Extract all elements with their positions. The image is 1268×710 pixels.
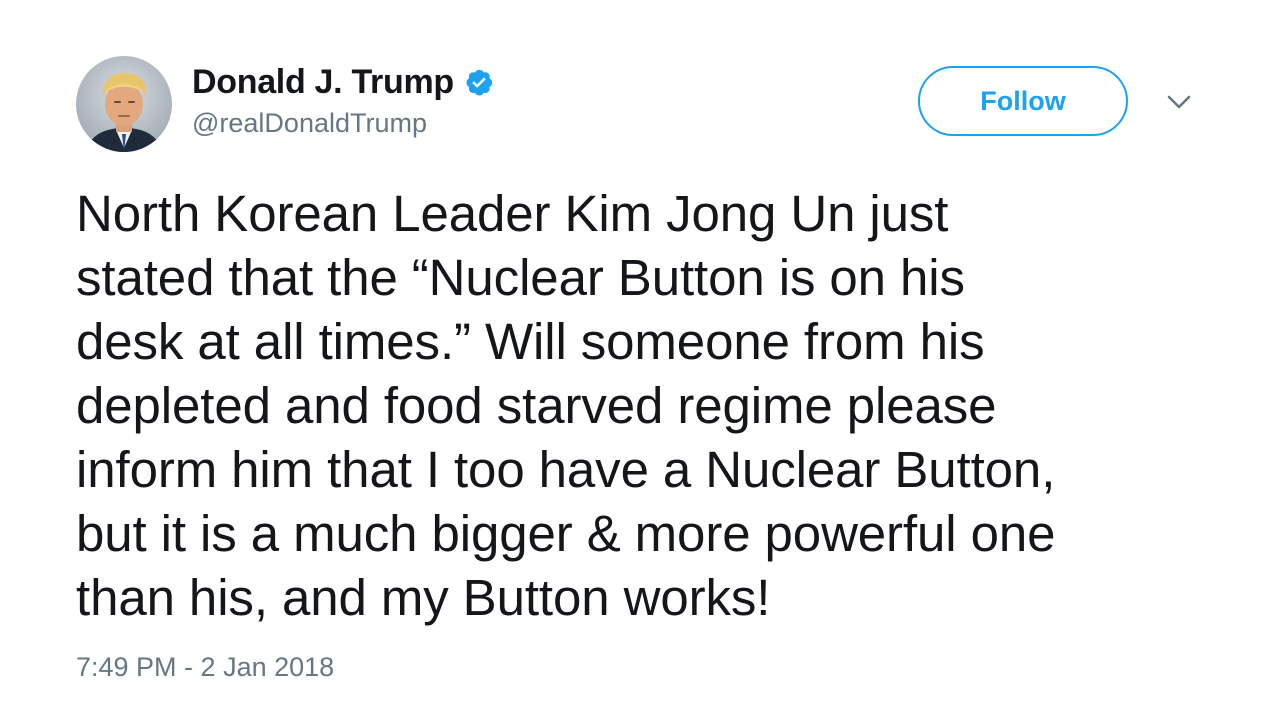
tweet-timestamp[interactable]: 7:49 PM - 2 Jan 2018 [76,652,334,683]
tweet-text-line: stated that the “Nuclear Button is on hi… [76,249,965,306]
chevron-down-icon[interactable] [1164,90,1194,114]
tweet-text-line: North Korean Leader Kim Jong Un just [76,185,949,242]
tweet-text: North Korean Leader Kim Jong Un just sta… [76,182,1206,630]
tweet-text-line: depleted and food starved regime please [76,377,997,434]
avatar[interactable] [76,56,172,152]
author-handle[interactable]: @realDonaldTrump [192,108,427,139]
tweet-text-line: desk at all times.” Will someone from hi… [76,313,985,370]
follow-button[interactable]: Follow [918,66,1128,136]
author-display-name[interactable]: Donald J. Trump [192,63,454,102]
avatar-image [76,56,172,152]
tweet-text-line: inform him that I too have a Nuclear But… [76,441,1056,498]
tweet-card: Donald J. Trump @realDonaldTrump Follow … [0,0,1268,710]
tweet-text-line: but it is a much bigger & more powerful … [76,505,1056,562]
tweet-text-line: than his, and my Button works! [76,569,771,626]
verified-badge-icon [464,67,494,97]
author-name-row[interactable]: Donald J. Trump [192,62,494,102]
